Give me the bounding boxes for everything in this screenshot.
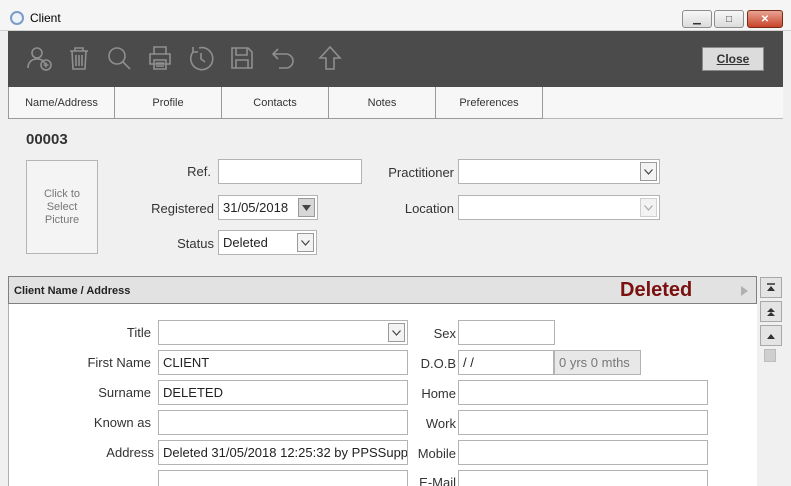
client-number: 00003 [26,131,68,148]
history-icon [190,46,214,71]
title-dropdown-button[interactable] [388,323,405,342]
chevron-down-icon [392,329,401,336]
registered-dropdown-button[interactable] [298,198,315,217]
dob-label: D.O.B [420,356,456,371]
surname-label: Surname [98,385,151,400]
registered-label: Registered [151,201,214,216]
section-title: Client Name / Address [14,285,131,297]
practitioner-label: Practitioner [388,165,454,180]
surname-field[interactable]: DELETED [158,380,408,405]
scroll-page-up-button[interactable] [760,301,782,322]
address-label: Address [106,445,154,460]
known-as-label: Known as [93,415,151,430]
home-phone-field[interactable] [458,380,708,405]
home-phone-label: Home [421,386,456,401]
add-client-button[interactable] [24,43,54,73]
email-field[interactable] [458,470,708,486]
location-select[interactable] [458,195,660,220]
status-value: Deleted [223,235,268,250]
location-dropdown-button[interactable] [640,198,657,217]
status-label: Status [177,236,214,251]
search-button[interactable] [104,43,134,73]
ref-field[interactable] [218,159,362,184]
minimize-button[interactable]: ▁ [682,10,712,28]
picture-placeholder-text: Click to Select Picture [43,187,81,226]
tab-bar: Name/Address Profile Contacts Notes Pref… [8,87,783,119]
tab-name-address[interactable]: Name/Address [8,87,115,119]
scroll-thumb[interactable] [764,349,776,362]
tab-profile[interactable]: Profile [115,87,222,119]
tab-notes[interactable]: Notes [329,87,436,119]
tab-contacts[interactable]: Contacts [222,87,329,119]
chevron-down-icon [301,239,310,246]
title-select[interactable] [158,320,408,345]
print-icon [149,46,171,70]
sex-field[interactable] [458,320,555,345]
history-button[interactable] [186,43,216,73]
scroll-up-button[interactable] [760,325,782,346]
window-title: Client [30,11,61,25]
expand-arrow-icon [741,286,748,296]
chevron-down-icon [644,204,653,211]
chevron-down-icon [644,168,653,175]
age-display: 0 yrs 0 mths [554,350,641,375]
status-select[interactable]: Deleted [218,230,317,255]
registered-date-value: 31/05/2018 [223,200,289,215]
close-button[interactable]: Close [702,47,764,71]
sex-label: Sex [433,326,456,341]
delete-button[interactable] [64,43,94,73]
minimize-icon: ▁ [693,13,701,25]
save-button[interactable] [227,43,257,73]
location-label: Location [404,201,454,216]
vertical-scrollbar[interactable] [759,276,783,486]
trash-icon [70,47,88,70]
work-phone-field[interactable] [458,410,708,435]
search-icon [108,47,131,70]
known-as-field[interactable] [158,410,408,435]
close-icon: ✕ [760,13,770,25]
first-name-label: First Name [87,355,151,370]
add-user-icon [27,47,52,71]
email-label: E-Mail [419,475,456,486]
practitioner-select[interactable] [458,159,660,184]
practitioner-dropdown-button[interactable] [640,162,657,181]
print-button[interactable] [145,43,175,73]
dob-field[interactable]: / / [458,350,554,375]
double-up-icon [767,307,775,316]
registered-date-field[interactable]: 31/05/2018 [218,195,318,220]
title-bar: Client ▁ □ ✕ [0,0,791,31]
first-name-field[interactable]: CLIENT [158,350,408,375]
save-icon [231,47,253,69]
title-label: Title [126,325,151,340]
maximize-icon: □ [725,13,733,25]
scroll-to-top-button[interactable] [760,277,782,298]
maximize-button[interactable]: □ [714,10,744,28]
undo-button[interactable] [268,43,298,73]
status-dropdown-button[interactable] [297,233,314,252]
ref-label: Ref. [187,164,211,179]
undo-icon [271,48,294,69]
work-phone-label: Work [425,416,456,431]
tab-preferences[interactable]: Preferences [436,87,543,119]
address-line-1-field[interactable]: Deleted 31/05/2018 12:25:32 by PPSSuppor… [158,440,408,465]
toolbar: Close [8,31,783,87]
app-icon [10,11,24,25]
mobile-label: Mobile [417,446,456,461]
upload-icon [318,45,342,70]
mobile-field[interactable] [458,440,708,465]
triangle-up-icon [767,333,775,339]
address-line-2-field[interactable] [158,470,408,486]
triangle-down-icon [302,204,311,211]
client-name-address-section-header[interactable]: Client Name / Address Deleted [8,276,757,304]
deleted-status-label: Deleted [620,279,693,301]
scroll-top-icon [767,282,775,291]
select-picture-box[interactable]: Click to Select Picture [26,160,98,254]
window-close-button[interactable]: ✕ [747,10,783,28]
move-up-button[interactable] [315,43,345,73]
